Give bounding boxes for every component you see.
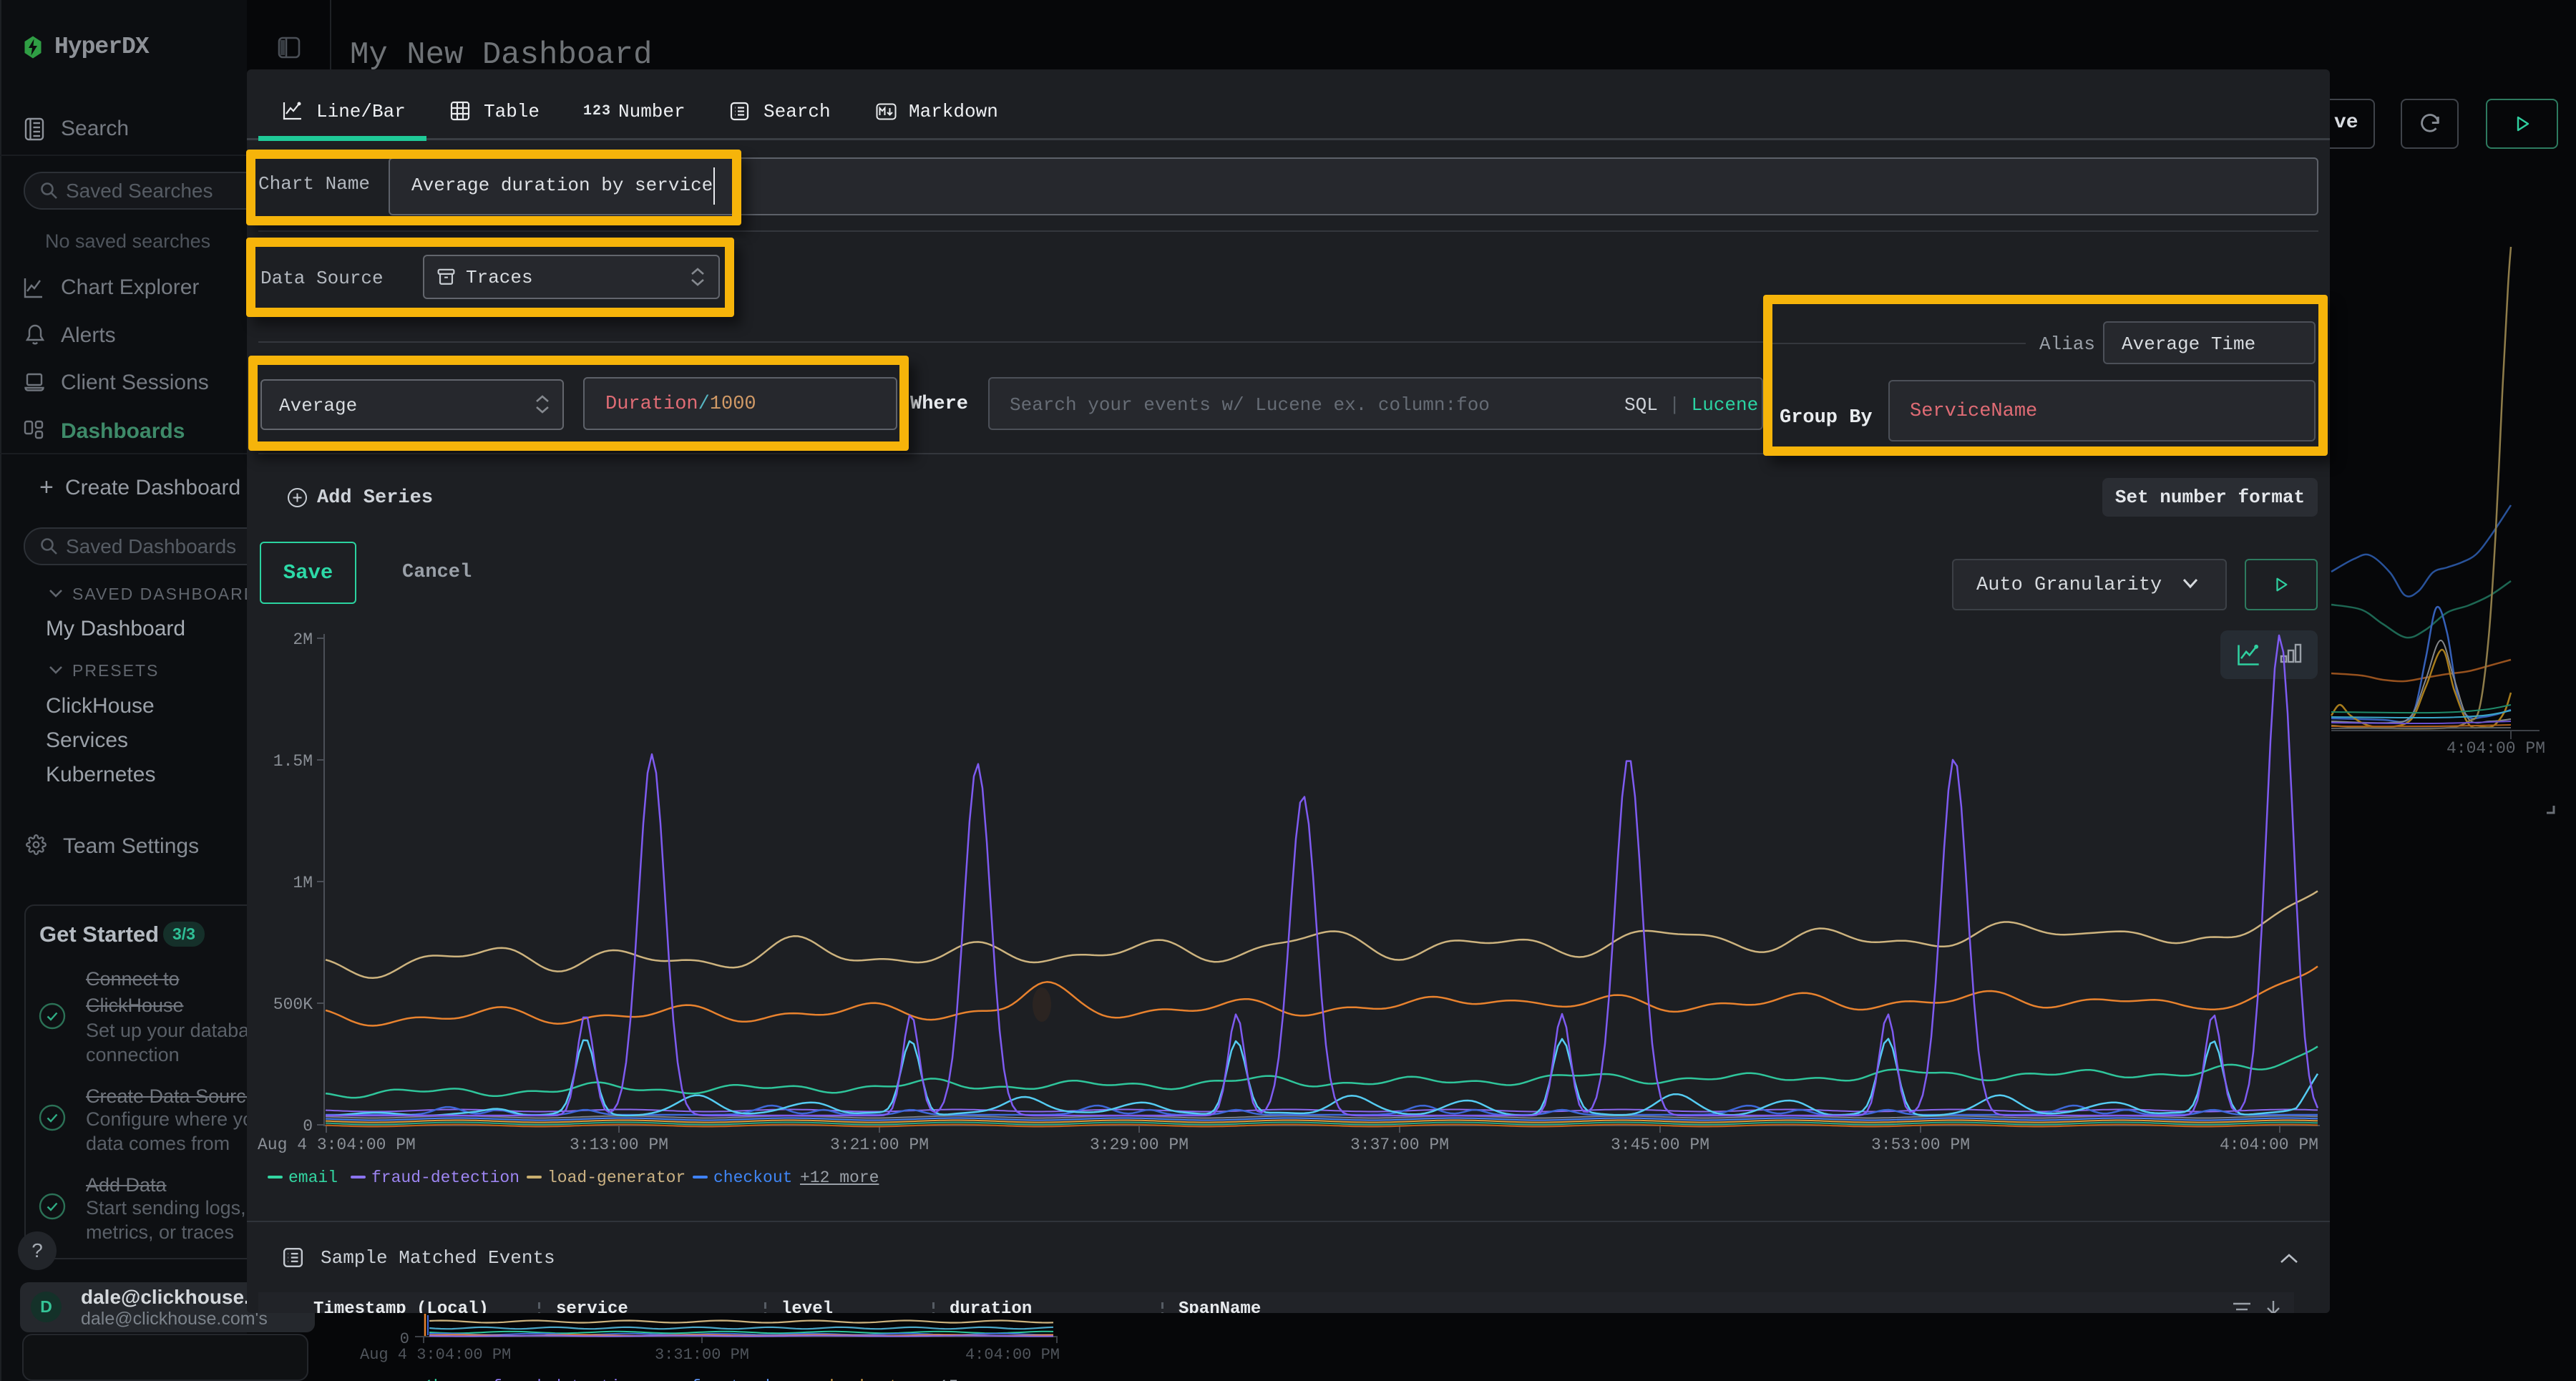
- svg-text:4:04:00 PM: 4:04:00 PM: [965, 1346, 1060, 1364]
- svg-text:— frontend: — frontend: [670, 1377, 770, 1381]
- svg-text:3:31:00 PM: 3:31:00 PM: [655, 1346, 749, 1364]
- svg-text:Aug 4 3:04:00 PM: Aug 4 3:04:00 PM: [360, 1346, 511, 1364]
- svg-text:— checkout: — checkout: [799, 1377, 899, 1381]
- svg-text:+15 more: +15 more: [929, 1377, 1008, 1381]
- svg-text:— fraud-detection: — fraud-detection: [472, 1377, 640, 1381]
- svg-text:1h: 1h: [424, 1377, 444, 1381]
